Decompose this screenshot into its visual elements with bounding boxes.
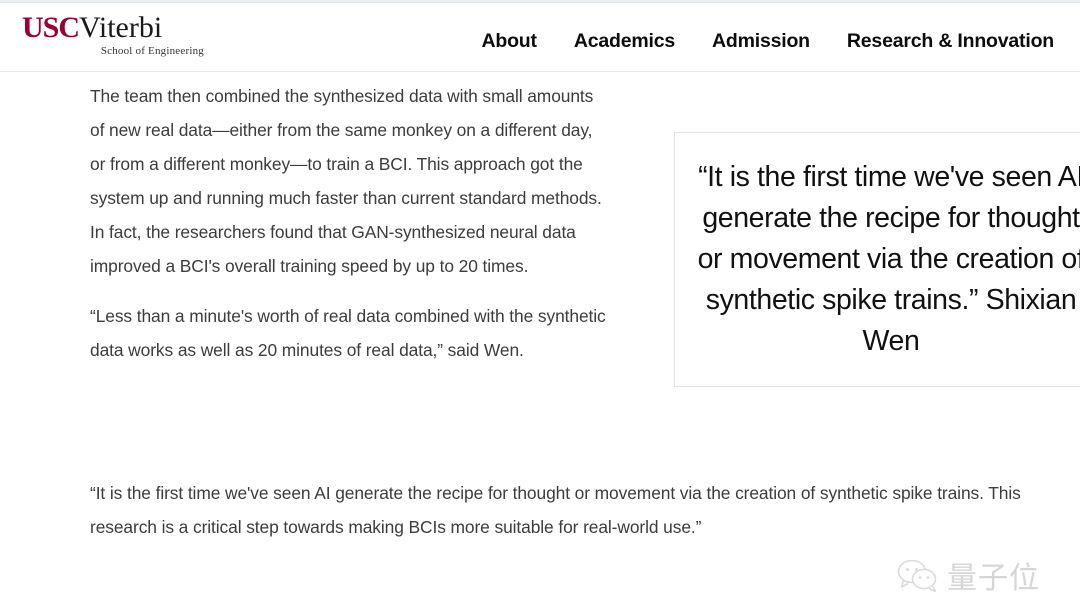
watermark-label: 量子位 (947, 561, 1040, 595)
article-paragraph: “Less than a minute's worth of real data… (90, 306, 606, 361)
top-hairline (0, 0, 1080, 3)
article-body: The team then combined the synthesized d… (0, 72, 1080, 593)
article-paragraph: The team then combined the synthesized d… (90, 86, 602, 276)
main-navigation: About Academics Admission Research & Inn… (482, 30, 1055, 53)
nav-item-research-innovation[interactable]: Research & Innovation (847, 30, 1054, 53)
pull-quote-text: “It is the first time we've seen AI gene… (697, 161, 1080, 357)
logo-wordmark: USCViterbi (22, 12, 232, 44)
nav-item-academics[interactable]: Academics (574, 30, 675, 53)
logo-usc-text: USC (22, 11, 80, 44)
usc-viterbi-logo[interactable]: USCViterbi School of Engineering (22, 12, 232, 58)
article-full-width-block: “It is the first time we've seen AI gene… (90, 477, 1070, 562)
logo-viterbi-text: Viterbi (79, 11, 163, 44)
site-header: USCViterbi School of Engineering About A… (0, 4, 1080, 71)
pull-quote-box: “It is the first time we've seen AI gene… (674, 132, 1080, 387)
nav-item-about[interactable]: About (482, 30, 538, 53)
wechat-bubbles-icon (895, 558, 941, 599)
logo-subtitle: School of Engineering (100, 45, 204, 57)
article-paragraph: “It is the first time we've seen AI gene… (90, 483, 1021, 537)
qbitai-watermark: 量子位 (895, 558, 1040, 599)
article-text-column: The team then combined the synthesized d… (90, 80, 608, 385)
nav-item-admission[interactable]: Admission (712, 30, 810, 53)
